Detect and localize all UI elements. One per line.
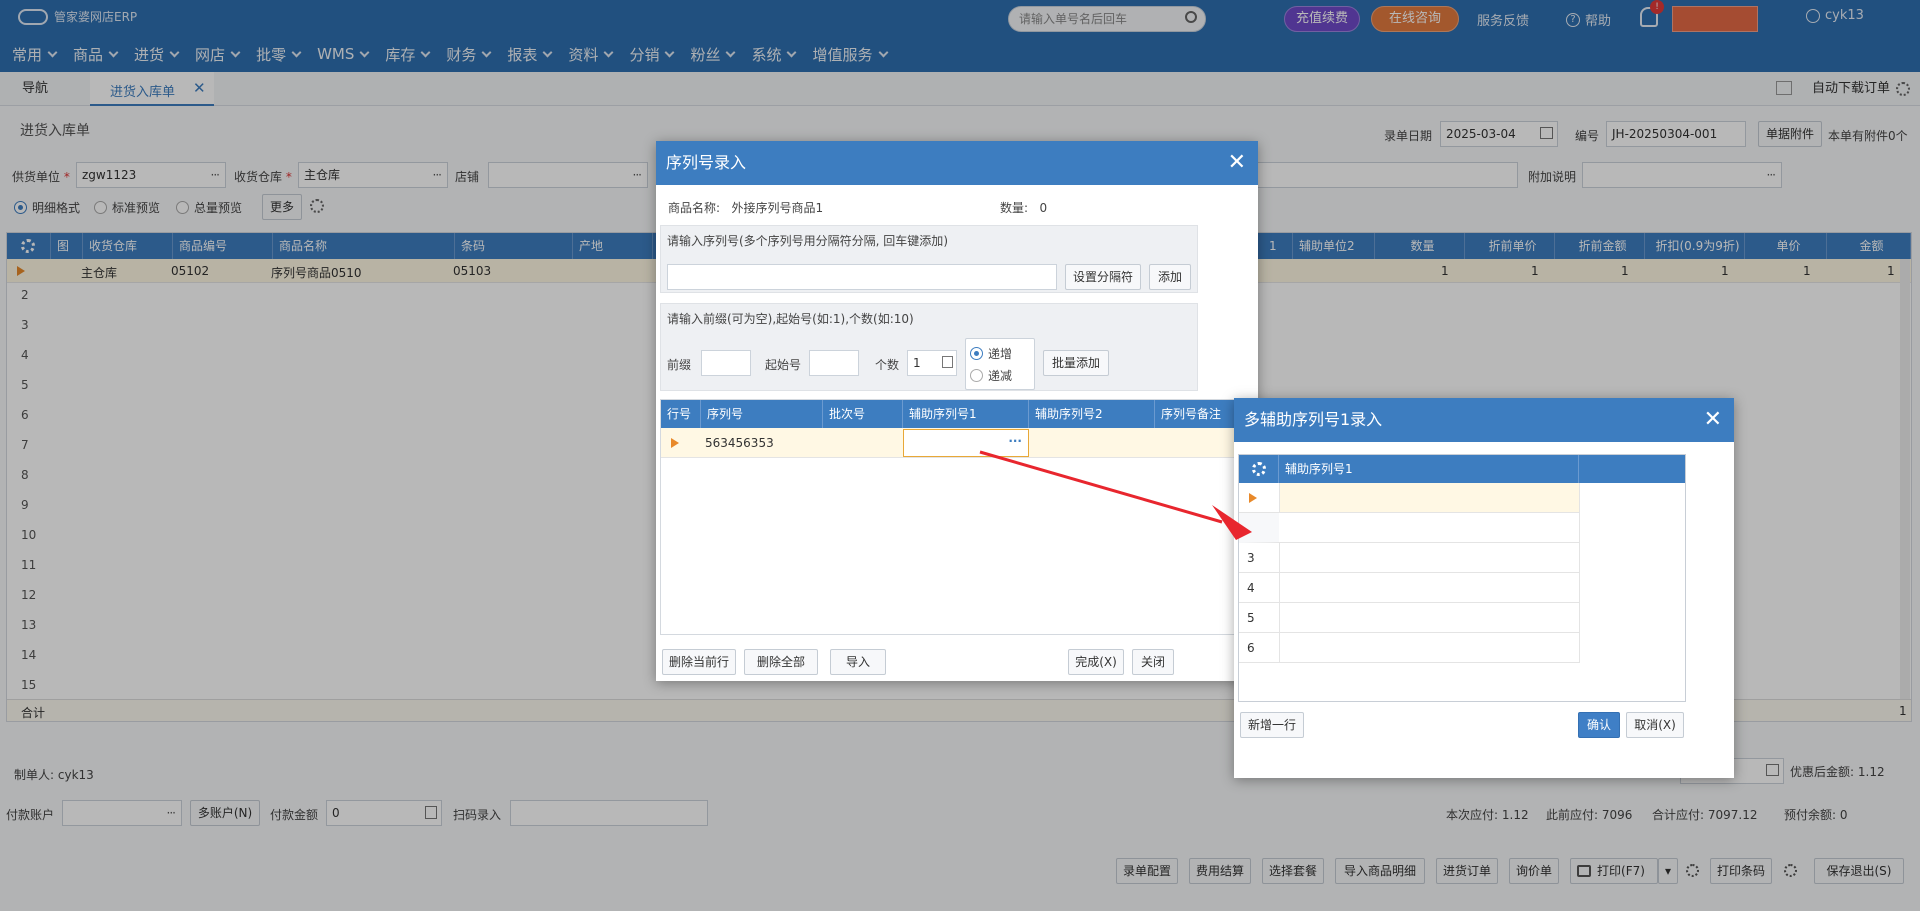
aux-serial-grid: 辅助序列号1 3 4 5 6: [1238, 454, 1686, 702]
start-label: 起始号: [765, 358, 802, 372]
aux-serial-dialog: 多辅助序列号1录入 ✕ 辅助序列号1 3 4 5 6 新增一行 确认 取消(X): [1234, 398, 1734, 778]
serial-grid-header: 行号 序列号 批次号 辅助序列号1 辅助序列号2 序列号备注: [661, 400, 1253, 428]
finish-button[interactable]: 完成(X): [1068, 649, 1124, 675]
direction-radio-group: 递增 递减: [965, 338, 1035, 390]
confirm-button[interactable]: 确认: [1578, 712, 1620, 738]
product-name-label: 商品名称: 外接序列号商品1: [668, 201, 824, 215]
import-button[interactable]: 导入: [830, 649, 886, 675]
batch-add-button[interactable]: 批量添加: [1043, 350, 1109, 376]
prefix-input[interactable]: [701, 350, 751, 376]
calculator-icon: [942, 356, 953, 368]
table-row[interactable]: [1239, 513, 1579, 543]
ellipsis-icon: ···: [1008, 434, 1022, 448]
current-row-arrow-icon: [1249, 493, 1257, 503]
prefix-label: 前缀: [667, 358, 692, 372]
add-serial-button[interactable]: 添加: [1149, 264, 1191, 290]
table-row[interactable]: 6: [1239, 633, 1579, 663]
row-number: 5: [1247, 611, 1255, 625]
row-number: 3: [1247, 551, 1255, 565]
current-row-arrow-icon: [671, 438, 679, 448]
gear-icon: [1252, 462, 1266, 476]
table-row[interactable]: 563456353 ···: [661, 428, 1253, 458]
serial-hint: 请输入序列号(多个序列号用分隔符分隔, 回车键添加): [667, 234, 948, 248]
close-icon[interactable]: ✕: [1228, 141, 1246, 185]
set-separator-button[interactable]: 设置分隔符: [1065, 264, 1141, 290]
serial-dialog-header: 序列号录入 ✕: [656, 141, 1258, 185]
table-row[interactable]: 3: [1239, 543, 1579, 573]
col-batch: 批次号: [823, 400, 903, 428]
radio-off-icon: [970, 369, 983, 382]
aux-grid-header: 辅助序列号1: [1239, 455, 1685, 483]
count-label: 个数: [875, 358, 900, 372]
cancel-button[interactable]: 取消(X): [1626, 712, 1684, 738]
serial-input-section: 请输入序列号(多个序列号用分隔符分隔, 回车键添加) 设置分隔符 添加: [660, 225, 1198, 293]
col-serial: 序列号: [701, 400, 823, 428]
close-button[interactable]: 关闭: [1132, 649, 1174, 675]
row-number: 6: [1247, 641, 1255, 655]
aux-cell[interactable]: [1279, 483, 1579, 512]
cell-serial: 563456353: [705, 436, 774, 450]
radio-decrement[interactable]: 递减: [970, 367, 1012, 384]
serial-input[interactable]: [667, 264, 1057, 290]
batch-section: 请输入前缀(可为空),起始号(如:1),个数(如:10) 前缀 起始号 个数 1…: [660, 303, 1198, 391]
qty-label: 数量: 0: [1000, 201, 1048, 215]
aux-grid-settings[interactable]: [1239, 455, 1279, 483]
batch-hint: 请输入前缀(可为空),起始号(如:1),个数(如:10): [667, 312, 914, 326]
dialog-title: 序列号录入: [666, 153, 747, 172]
row-number: 4: [1247, 581, 1255, 595]
table-row[interactable]: [1239, 483, 1579, 513]
col-aux-serial-1: 辅助序列号1: [1279, 455, 1579, 483]
serial-number-dialog: 序列号录入 ✕ 商品名称: 外接序列号商品1 数量: 0 请输入序列号(多个序列…: [656, 141, 1258, 681]
aux-dialog-header: 多辅助序列号1录入 ✕: [1234, 398, 1734, 442]
radio-on-icon: [970, 347, 983, 360]
delete-row-button[interactable]: 删除当前行: [662, 649, 736, 675]
aux-serial-1-cell[interactable]: ···: [903, 429, 1029, 457]
col-aux-serial-1: 辅助序列号1: [903, 400, 1029, 428]
serial-grid: 行号 序列号 批次号 辅助序列号1 辅助序列号2 序列号备注 563456353…: [660, 399, 1254, 635]
delete-all-button[interactable]: 删除全部: [744, 649, 818, 675]
radio-increment[interactable]: 递增: [970, 345, 1012, 362]
col-aux-serial-2: 辅助序列号2: [1029, 400, 1155, 428]
col-row-no: 行号: [661, 400, 701, 428]
start-input[interactable]: [809, 350, 859, 376]
add-row-button[interactable]: 新增一行: [1240, 712, 1304, 738]
count-input[interactable]: 1: [907, 350, 957, 376]
table-row[interactable]: 4: [1239, 573, 1579, 603]
close-icon[interactable]: ✕: [1704, 398, 1722, 442]
dialog-title: 多辅助序列号1录入: [1244, 410, 1383, 429]
table-row[interactable]: 5: [1239, 603, 1579, 633]
